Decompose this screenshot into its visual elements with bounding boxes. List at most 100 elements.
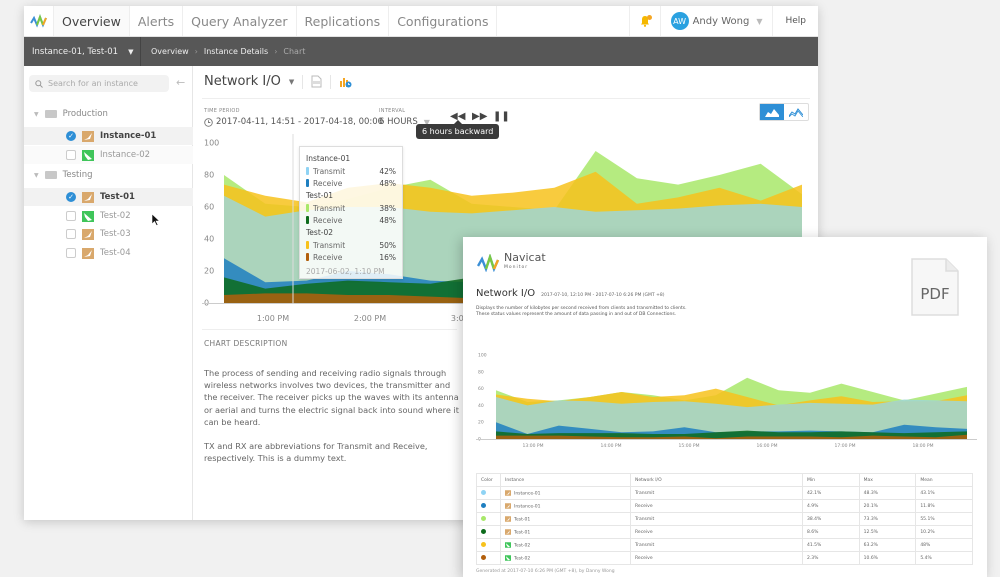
interval-value: 6 HOURS <box>379 117 418 127</box>
tooltip-group-name: Instance-01 <box>306 154 351 163</box>
table-row: Instance-01 Transmit 42.1% 48.3% 43.1% <box>476 486 973 500</box>
x-tick-label: 17:00 PM <box>835 443 856 449</box>
notifications-button[interactable] <box>628 6 660 36</box>
nav-tab-replications[interactable]: Replications <box>297 6 390 36</box>
y-tick-label: 20 <box>204 267 214 276</box>
color-cell <box>476 499 501 513</box>
chart-hover-tooltip: Instance-01 Transmit 42% Receive 48% Test-01 T… <box>299 146 403 279</box>
tooltip-timestamp: 2017-06-02, 1:10 PM <box>306 267 385 276</box>
group-testing[interactable]: ▼ Testing <box>24 166 193 184</box>
collapse-sidebar-icon[interactable]: ← <box>176 76 185 89</box>
sidebar-item-instance-01[interactable]: ✓ Instance-01 <box>24 127 193 145</box>
chart-description-heading: CHART DESCRIPTION <box>204 339 288 348</box>
breadcrumb: Overview › Instance Details › Chart <box>141 47 305 56</box>
mysql-icon <box>82 191 94 203</box>
navicat-logo[interactable] <box>24 6 54 36</box>
item-label: Test-03 <box>100 229 131 239</box>
instance-sidebar: Search for an instance ← ▼ Production ✓ … <box>24 66 193 520</box>
pause-button[interactable]: ❚❚ <box>493 111 510 122</box>
caret-down-icon: ▼ <box>34 110 39 118</box>
table-row: Instance-01 Receive 4.9% 20.1% 11.8% <box>476 499 973 513</box>
instance-cell: Instance-01 <box>500 486 631 500</box>
sidebar-item-test-02[interactable]: Test-02 <box>24 207 193 225</box>
instance-selector[interactable]: Instance-01, Test-01 ▼ <box>24 37 141 66</box>
chevron-down-icon: ▼ <box>756 16 763 26</box>
mongodb-icon <box>82 149 94 161</box>
instance-cell: Test-02 <box>500 551 631 565</box>
interval-label: INTERVAL <box>379 108 406 114</box>
fast-forward-button[interactable]: ▶▶ <box>472 111 487 122</box>
caret-down-icon: ▼ <box>34 171 39 179</box>
time-period-value: 2017-04-11, 14:51 - 2017-04-18, 00:00 <box>216 117 384 127</box>
tooltip-group-name: Test-01 <box>306 191 334 200</box>
user-name: Andy Wong <box>692 15 750 27</box>
area-chart-icon <box>765 108 779 117</box>
schedule-report-icon[interactable] <box>339 75 352 88</box>
min-cell: 38.4% <box>802 512 860 526</box>
max-cell: 73.3% <box>858 512 917 526</box>
item-label: Test-02 <box>100 211 131 221</box>
chevron-right-icon: › <box>194 47 198 56</box>
table-row: Test-01 Receive 8.6% 12.5% 10.2% <box>476 525 973 539</box>
time-period-picker[interactable]: 2017-04-11, 14:51 - 2017-04-18, 00:00 <box>204 117 383 127</box>
page-title[interactable]: Network I/O <box>204 74 281 89</box>
mysql-icon <box>505 516 511 522</box>
x-tick-label: 1:00 PM <box>257 314 289 323</box>
mean-cell: 48% <box>915 538 973 552</box>
checkbox-checked[interactable]: ✓ <box>66 131 76 141</box>
breadcrumb-overview[interactable]: Overview <box>151 47 189 56</box>
min-cell: 4.9% <box>802 499 860 513</box>
group-production[interactable]: ▼ Production <box>24 105 193 123</box>
sidebar-item-test-01[interactable]: ✓ Test-01 <box>24 188 193 206</box>
breadcrumb-instance-details[interactable]: Instance Details <box>204 47 268 56</box>
instance-cell: Test-01 <box>500 512 631 526</box>
mysql-icon <box>82 247 94 259</box>
min-cell: 8.6% <box>802 525 860 539</box>
series-swatch <box>306 216 309 224</box>
search-input[interactable]: Search for an instance <box>29 75 169 92</box>
search-icon <box>35 79 43 88</box>
checkbox[interactable] <box>66 229 76 239</box>
y-tick-label: 100 <box>204 139 219 148</box>
description-paragraph: TX and RX are abbreviations for Transmit… <box>204 441 428 464</box>
checkbox[interactable] <box>66 248 76 258</box>
nav-tab-alerts[interactable]: Alerts <box>130 6 184 36</box>
checkbox[interactable] <box>66 211 76 221</box>
checkbox-checked[interactable]: ✓ <box>66 192 76 202</box>
min-cell: 41.5% <box>802 538 860 552</box>
folder-icon <box>44 171 57 179</box>
mean-cell: 55.1% <box>915 512 973 526</box>
x-tick-label: 18:00 PM <box>913 443 934 449</box>
pdf-description: Displays the number of kilobytes per sec… <box>476 306 687 317</box>
series-color-dot <box>481 489 486 495</box>
line-chart-icon <box>789 107 803 117</box>
line-chart-button[interactable] <box>784 104 808 120</box>
export-pdf-icon[interactable] <box>311 75 322 88</box>
x-tick-label: 14:00 PM <box>601 443 622 449</box>
nav-tab-overview[interactable]: Overview <box>54 6 130 36</box>
help-link[interactable]: Help <box>772 6 818 36</box>
min-cell: 42.1% <box>802 486 860 500</box>
user-menu[interactable]: AW Andy Wong ▼ <box>659 6 773 36</box>
instance-selector-value: Instance-01, Test-01 <box>32 46 119 57</box>
area-chart-button[interactable] <box>760 104 784 120</box>
x-tick-label: 15:00 PM <box>679 443 700 449</box>
series-swatch <box>306 179 309 187</box>
checkbox[interactable] <box>66 150 76 160</box>
avatar: AW <box>670 12 689 30</box>
search-placeholder: Search for an instance <box>48 79 138 88</box>
series-swatch <box>306 253 309 261</box>
chevron-down-icon[interactable]: ▼ <box>289 78 294 86</box>
pdf-summary-table: Color Instance Network I/O Min Max Mean … <box>476 473 973 565</box>
sidebar-item-test-04[interactable]: Test-04 <box>24 244 193 262</box>
item-label: Instance-01 <box>100 131 157 141</box>
chart-description: The process of sending and receiving rad… <box>204 367 459 476</box>
nav-tab-query-analyzer[interactable]: Query Analyzer <box>183 6 297 36</box>
sidebar-item-instance-02[interactable]: Instance-02 <box>24 146 193 164</box>
tooltip-row: Transmit 42% <box>306 165 396 177</box>
group-label: Testing <box>62 170 93 180</box>
nav-tab-configurations[interactable]: Configurations <box>389 6 498 36</box>
sidebar-item-test-03[interactable]: Test-03 <box>24 225 193 243</box>
mysql-icon <box>82 228 94 240</box>
mysql-icon <box>505 490 511 496</box>
